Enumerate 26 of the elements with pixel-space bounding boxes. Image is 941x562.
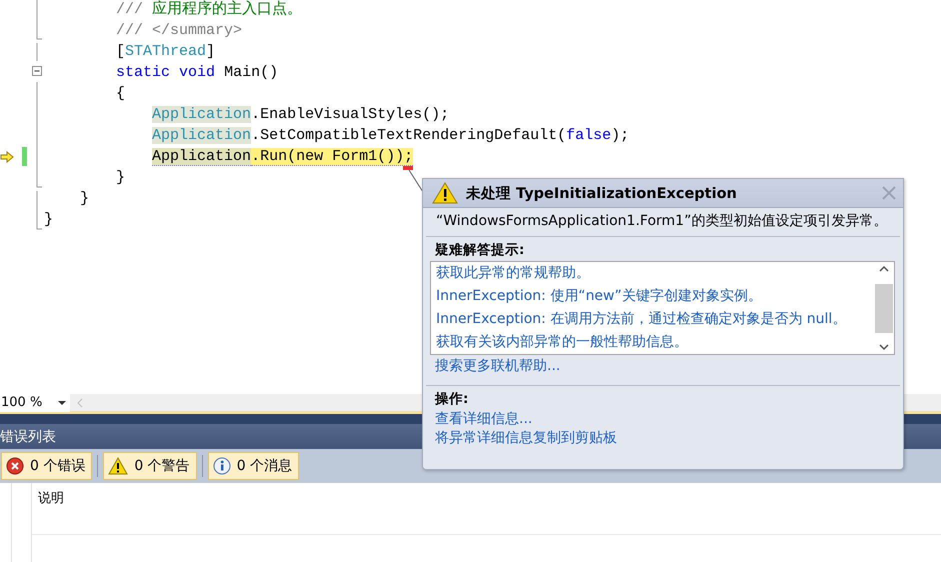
action-link[interactable]: 将异常详细信息复制到剪贴板 <box>435 429 891 448</box>
filter-toggle[interactable]: 0 个警告 <box>103 452 197 480</box>
code-line: static void Main() <box>115 63 278 83</box>
tip-link[interactable]: InnerException: 使用“new”关键字创建对象实例。 <box>436 285 874 308</box>
exception-message: “WindowsFormsApplication1.Form1”的类型初始值设定项引发异常。 <box>426 208 900 237</box>
code-line: } <box>44 210 54 230</box>
section-heading: 操作: <box>434 390 470 409</box>
code-line: Application.Run(new Form1()); <box>151 147 414 167</box>
zoom-combo[interactable]: 100 % <box>0 394 70 412</box>
tip-link[interactable]: 获取有关该内部异常的一般性帮助信息。 <box>436 331 874 354</box>
column-header[interactable]: 说明 <box>32 483 941 535</box>
code-line: } <box>79 189 90 209</box>
section-heading: 疑难解答提示: <box>434 241 526 260</box>
code-line: /// </summary> <box>115 21 242 41</box>
tip-link[interactable]: InnerException: 在调用方法前，通过检查确定对象是否为 null。 <box>436 308 874 331</box>
code-line: [STAThread] <box>115 42 216 62</box>
exception-title: 未处理 TypeInitializationException <box>466 184 738 202</box>
code-line: /// 应用程序的主入口点。 <box>115 0 302 20</box>
tip-link[interactable]: 获取此异常的常规帮助。 <box>436 262 874 285</box>
code-line: Application.SetCompatibleTextRenderingDefault(false); <box>151 126 630 146</box>
filter-toggle[interactable]: 0 个消息 <box>208 452 300 480</box>
code-line: } <box>115 168 126 188</box>
code-line: { <box>115 84 126 104</box>
filter-toggle[interactable]: 0 个错误 <box>1 452 92 480</box>
code-line: Application.EnableVisualStyles(); <box>151 105 450 125</box>
more-help-link[interactable]: 搜索更多联机帮助... <box>435 355 891 378</box>
